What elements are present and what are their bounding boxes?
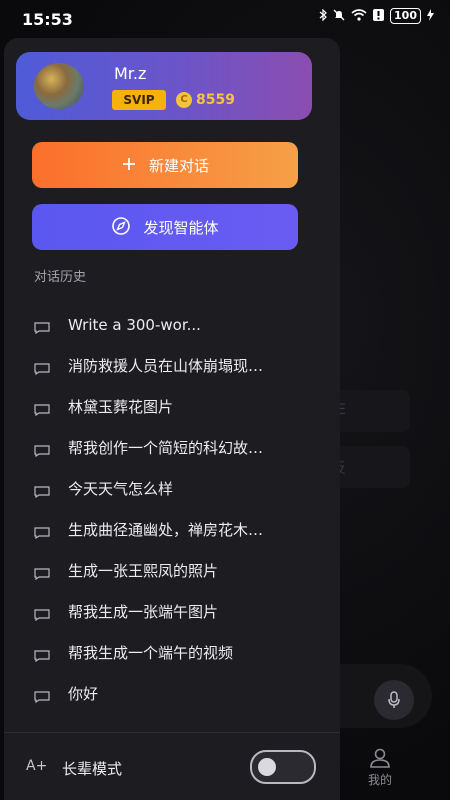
discover-agents-label: 发现智能体	[143, 218, 219, 237]
avatar[interactable]	[34, 63, 84, 109]
history-item-title: 帮我生成一张端午图片	[68, 603, 219, 621]
new-chat-label: 新建对话	[148, 156, 209, 175]
chat-bubble-icon	[34, 647, 50, 662]
elder-mode-label: 长辈模式	[62, 760, 123, 778]
chat-bubble-icon	[34, 401, 50, 416]
side-drawer: Mr.z SVIP C 8559 新建对话 发现智能体 对话历史 Write a…	[4, 38, 340, 800]
history-item-title: 林黛玉葬花图片	[68, 398, 174, 416]
discover-agents-button[interactable]: 发现智能体	[32, 204, 298, 250]
divider	[4, 732, 340, 733]
status-time: 15:53	[22, 10, 73, 29]
history-item[interactable]: 今天天气怎么样	[4, 468, 340, 509]
battery-indicator: 100	[390, 8, 421, 24]
profile-card[interactable]: Mr.z SVIP C 8559	[16, 52, 312, 120]
elder-mode-toggle[interactable]	[250, 750, 316, 784]
plus-icon	[121, 155, 137, 175]
history-item[interactable]: 帮我创作一个简短的科幻故…	[4, 427, 340, 468]
chat-bubble-icon	[34, 565, 50, 580]
chat-bubble-icon	[34, 606, 50, 621]
tab-me: 我的	[360, 748, 400, 788]
history-item-title: 帮我生成一个端午的视频	[68, 644, 234, 662]
history-item[interactable]: 生成一张王熙凤的照片	[4, 550, 340, 591]
microphone-icon	[374, 680, 414, 720]
status-bar: 15:53 100	[0, 0, 450, 38]
chat-bubble-icon	[34, 442, 50, 457]
chat-bubble-icon	[34, 688, 50, 703]
history-section-label: 对话历史	[34, 270, 87, 285]
wifi-icon	[351, 8, 367, 24]
chat-bubble-icon	[34, 319, 50, 334]
svip-badge: SVIP	[112, 90, 166, 110]
person-icon	[370, 748, 390, 768]
history-item[interactable]: 生成曲径通幽处，禅房花木…	[4, 509, 340, 550]
mute-bell-icon	[333, 9, 345, 24]
chat-bubble-icon	[34, 360, 50, 375]
elder-mode-row: A+ 长辈模式	[4, 748, 340, 788]
history-item-title: 你好	[68, 685, 99, 703]
history-item-title: Write a 300-wor...	[68, 315, 201, 334]
compass-icon	[111, 216, 131, 239]
history-item[interactable]: 帮我生成一个端午的视频	[4, 632, 340, 673]
history-item-title: 今天天气怎么样	[68, 480, 174, 498]
history-item-title: 生成一张王熙凤的照片	[68, 562, 219, 580]
charging-icon	[427, 8, 434, 24]
alert-icon	[373, 8, 385, 24]
coin-balance: 8559	[196, 92, 235, 108]
history-item-title: 消防救援人员在山体崩塌现…	[68, 357, 264, 375]
history-list: Write a 300-wor... 消防救援人员在山体崩塌现… 林黛玉葬花图片…	[4, 304, 340, 714]
chat-bubble-icon	[34, 524, 50, 539]
tab-me-label: 我的	[367, 773, 392, 787]
history-item-title: 帮我创作一个简短的科幻故…	[68, 439, 264, 457]
bluetooth-icon	[319, 8, 327, 24]
history-item-title: 生成曲径通幽处，禅房花木…	[68, 521, 264, 539]
chat-bubble-icon	[34, 483, 50, 498]
new-chat-button[interactable]: 新建对话	[32, 142, 298, 188]
toggle-knob	[258, 758, 276, 776]
coin-icon: C	[176, 92, 192, 108]
history-item[interactable]: Write a 300-wor...	[4, 304, 340, 345]
username: Mr.z	[114, 64, 147, 83]
history-item[interactable]: 林黛玉葬花图片	[4, 386, 340, 427]
history-item[interactable]: 帮我生成一张端午图片	[4, 591, 340, 632]
history-item[interactable]: 你好	[4, 673, 340, 714]
history-item[interactable]: 消防救援人员在山体崩塌现…	[4, 345, 340, 386]
font-size-icon: A+	[26, 758, 48, 774]
